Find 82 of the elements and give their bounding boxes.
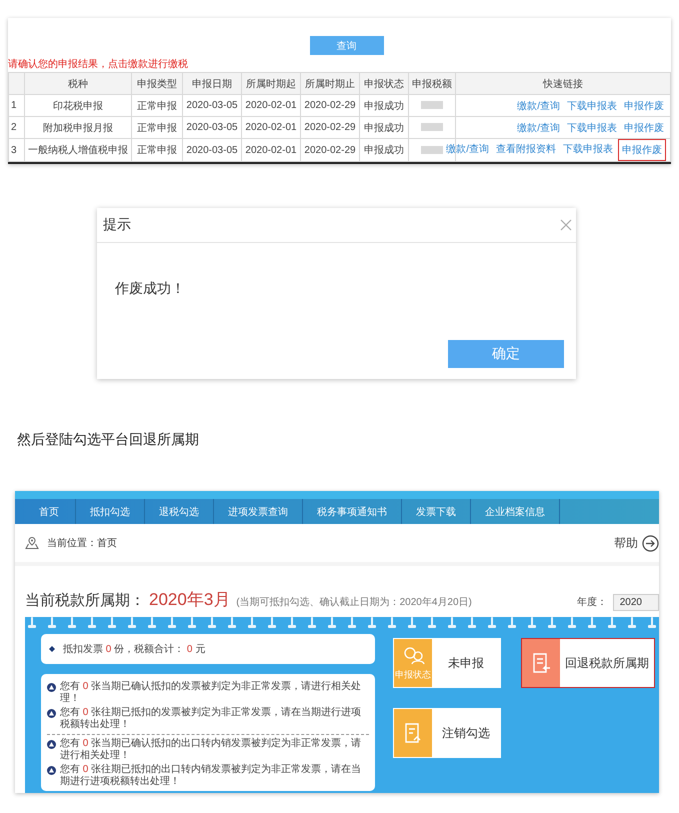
nav-item[interactable]: 企业档案信息 [471, 499, 560, 524]
table-cell: 2020-02-29 [300, 116, 360, 138]
table-cell: 2020-02-29 [300, 94, 360, 116]
table-cell: 正常申报 [132, 94, 182, 116]
table-cell: 2020-02-01 [242, 94, 300, 116]
warning-icon [47, 766, 56, 775]
table-cell: 附加税申报月报 [24, 116, 132, 138]
location-icon [25, 536, 39, 550]
tile-label: 注销勾选 [441, 724, 491, 742]
row-number: 3 [8, 138, 24, 162]
period-note: (当期可抵扣勾选、确认截止日期为：2020年4月20日) [236, 596, 472, 609]
help-link[interactable]: 帮助 [614, 534, 638, 552]
column-header: 所属时期起 [242, 72, 300, 94]
table-cell: 一般纳税人增值税申报 [24, 138, 132, 162]
table-cell: 2020-02-01 [242, 138, 300, 162]
blurred-value [421, 123, 443, 132]
year-label: 年度： [576, 596, 607, 609]
year-select[interactable]: 2020 [612, 594, 659, 611]
column-header: 快速链接 [456, 72, 670, 94]
period-label: 当前税款所属期： [25, 591, 145, 610]
query-button[interactable]: 查询 [310, 36, 384, 55]
warning-icon [47, 740, 56, 749]
column-header: 申报状态 [360, 72, 408, 94]
quick-link[interactable]: 申报作废 [618, 139, 666, 161]
current-period: 2020年3月 [149, 589, 230, 611]
close-icon[interactable] [560, 219, 572, 231]
column-header: 申报日期 [182, 72, 242, 94]
dialog-message: 作废成功！ [114, 279, 186, 298]
nav-item[interactable]: 抵扣勾选 [76, 499, 145, 524]
row-number: 2 [8, 116, 24, 138]
quick-link[interactable]: 缴款/查询 [444, 139, 491, 161]
table-cell: 正常申报 [132, 116, 182, 138]
bullet-icon [49, 646, 55, 652]
blurred-value [421, 101, 443, 110]
tile-label: 未申报 [447, 654, 485, 672]
table-cell: 申报成功 [360, 138, 408, 162]
dialog-title: 提示 [103, 216, 131, 234]
table-cell: 2020-02-29 [300, 138, 360, 162]
table-cell: 正常申报 [132, 138, 182, 162]
nav-item[interactable]: 税务事项通知书 [303, 499, 402, 524]
nav-item[interactable]: 首页 [15, 499, 76, 524]
notice-text: 您有 0 张往期已抵扣的发票被判定为非正常发票，请在当期进行进项税额转出处理！ [60, 707, 362, 731]
blurred-value [421, 146, 443, 154]
breadcrumb: 当前位置：首页 [47, 536, 117, 550]
summary-text: 抵扣发票 0 份，税额合计： 0 元 [63, 642, 206, 656]
table-cell: 2020-03-05 [182, 116, 242, 138]
hint-text: 请确认您的申报结果，点击缴款进行缴税 [8, 59, 189, 71]
tile-caption: 申报状态 [395, 669, 431, 682]
table-cell: 2020-03-05 [182, 94, 242, 116]
table-cell: 申报成功 [360, 94, 408, 116]
table-cell: 2020-02-01 [242, 116, 300, 138]
table-cell: 2020-03-05 [182, 138, 242, 162]
arrow-right-circle-icon [642, 534, 659, 552]
confirm-button[interactable]: 确定 [448, 340, 564, 368]
notice-text: 您有 0 张往期已抵扣的出口转内销发票被判定为非正常发票，请在当期进行进项税额转出处理！ [60, 764, 362, 788]
tile[interactable]: 回退税款所属期 [521, 638, 655, 688]
column-header: 申报类型 [132, 72, 182, 94]
paragraph: 然后登陆勾选平台回退所属期 [17, 431, 200, 449]
tile-label: 回退税款所属期 [564, 654, 650, 672]
quick-link[interactable]: 下载申报表 [565, 118, 619, 138]
quick-link[interactable]: 申报作废 [622, 96, 666, 116]
tile[interactable]: 申报状态 未申报 [393, 638, 501, 688]
quick-link[interactable]: 申报作废 [622, 118, 666, 138]
column-header: 所属时期止 [300, 72, 360, 94]
table-cell: 印花税申报 [24, 94, 132, 116]
quick-link[interactable]: 缴款/查询 [515, 118, 562, 138]
nav-item[interactable]: 退税勾选 [145, 499, 214, 524]
quick-link[interactable]: 下载申报表 [565, 96, 619, 116]
column-header: 申报税额 [408, 72, 456, 94]
quick-link[interactable]: 下载申报表 [561, 139, 615, 161]
warning-icon [47, 709, 56, 718]
notice-text: 您有 0 张当期已确认抵扣的发票被判定为非正常发票，请进行相关处理！ [60, 681, 362, 705]
column-header: 税种 [24, 72, 132, 94]
quick-link[interactable]: 缴款/查询 [515, 96, 562, 116]
tile[interactable]: 注销勾选 [393, 708, 501, 758]
warning-icon [47, 683, 56, 692]
quick-link[interactable]: 查看附报资料 [494, 139, 558, 161]
table-cell: 申报成功 [360, 116, 408, 138]
nav-item[interactable]: 进项发票查询 [214, 499, 303, 524]
row-number: 1 [8, 94, 24, 116]
notice-text: 您有 0 张当期已确认抵扣的出口转内销发票被判定为非正常发票，请进行相关处理！ [60, 738, 362, 762]
nav-item[interactable]: 发票下载 [402, 499, 471, 524]
